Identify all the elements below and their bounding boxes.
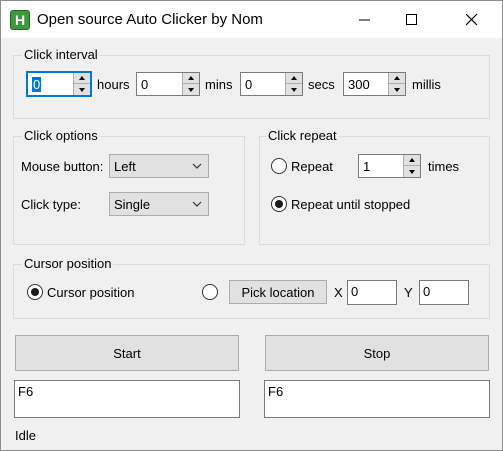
stop-hotkey-input[interactable]: F6 (264, 380, 490, 418)
secs-label: secs (308, 77, 335, 92)
status-text: Idle (15, 428, 36, 443)
click-options-group (13, 136, 245, 245)
x-label: X (334, 285, 343, 300)
x-value: 0 (351, 284, 359, 299)
current-position-radio[interactable] (27, 284, 43, 300)
mins-label: mins (205, 77, 233, 92)
maximize-icon (406, 13, 417, 25)
pick-location-radio[interactable] (202, 284, 218, 300)
times-label: times (428, 159, 460, 174)
repeat-radio[interactable] (271, 158, 287, 174)
repeat-until-stopped-radio[interactable] (271, 196, 287, 212)
click-type-select[interactable]: Single (109, 192, 209, 216)
y-label: Y (404, 285, 413, 300)
mins-stepper[interactable]: 0 (136, 72, 200, 96)
repeat-count-value[interactable]: 1 (363, 159, 370, 174)
hours-value[interactable]: 0 (32, 77, 42, 92)
stop-hotkey-value: F6 (268, 384, 284, 399)
hours-up-button[interactable] (74, 73, 90, 84)
millis-value[interactable]: 300 (348, 77, 370, 92)
maximize-button[interactable] (389, 1, 435, 38)
secs-down-button[interactable] (286, 84, 302, 95)
mouse-button-value: Left (114, 159, 136, 174)
click-type-label: Click type: (21, 197, 81, 212)
repeat-count-stepper[interactable]: 1 (358, 154, 421, 178)
millis-label: millis (412, 77, 441, 92)
mins-value[interactable]: 0 (141, 77, 148, 92)
mouse-button-label: Mouse button: (21, 159, 104, 174)
pick-location-button[interactable]: Pick location (229, 280, 327, 304)
x-input[interactable]: 0 (347, 280, 397, 305)
repeat-label[interactable]: Repeat (291, 159, 333, 174)
chevron-down-icon (192, 163, 202, 169)
stop-button[interactable]: Stop (265, 335, 489, 371)
current-position-label[interactable]: Cursor position (47, 285, 134, 300)
click-interval-label: Click interval (22, 47, 100, 62)
chevron-down-icon (192, 201, 202, 207)
y-input[interactable]: 0 (419, 280, 469, 305)
y-value: 0 (423, 284, 431, 299)
close-button[interactable] (449, 1, 495, 38)
secs-up-button[interactable] (286, 73, 302, 84)
mins-up-button[interactable] (183, 73, 199, 84)
repeat-up-button[interactable] (404, 155, 420, 166)
hours-label: hours (97, 77, 130, 92)
app-icon: H (10, 10, 30, 30)
minimize-button[interactable] (342, 1, 388, 38)
millis-stepper[interactable]: 300 (343, 72, 406, 96)
secs-stepper[interactable]: 0 (240, 72, 303, 96)
hours-down-button[interactable] (74, 84, 90, 95)
start-hotkey-value: F6 (18, 384, 34, 399)
millis-down-button[interactable] (389, 84, 405, 95)
mins-down-button[interactable] (183, 84, 199, 95)
click-repeat-label: Click repeat (266, 128, 339, 143)
cursor-position-group-label: Cursor position (22, 256, 114, 271)
window-title: Open source Auto Clicker by Nom (37, 11, 263, 28)
repeat-until-stopped-label[interactable]: Repeat until stopped (291, 197, 410, 212)
mouse-button-select[interactable]: Left (109, 154, 209, 178)
click-type-value: Single (114, 197, 151, 212)
click-repeat-group (259, 136, 490, 245)
click-options-label: Click options (22, 128, 100, 143)
title-bar: H Open source Auto Clicker by Nom (1, 1, 502, 38)
start-button[interactable]: Start (15, 335, 239, 371)
hours-stepper[interactable]: 0 (26, 71, 92, 97)
minimize-icon (359, 19, 370, 20)
close-icon (466, 13, 478, 25)
repeat-down-button[interactable] (404, 166, 420, 177)
app-window: H Open source Auto Clicker by Nom Click … (0, 0, 503, 451)
millis-up-button[interactable] (389, 73, 405, 84)
secs-value[interactable]: 0 (245, 77, 252, 92)
start-hotkey-input[interactable]: F6 (14, 380, 240, 418)
